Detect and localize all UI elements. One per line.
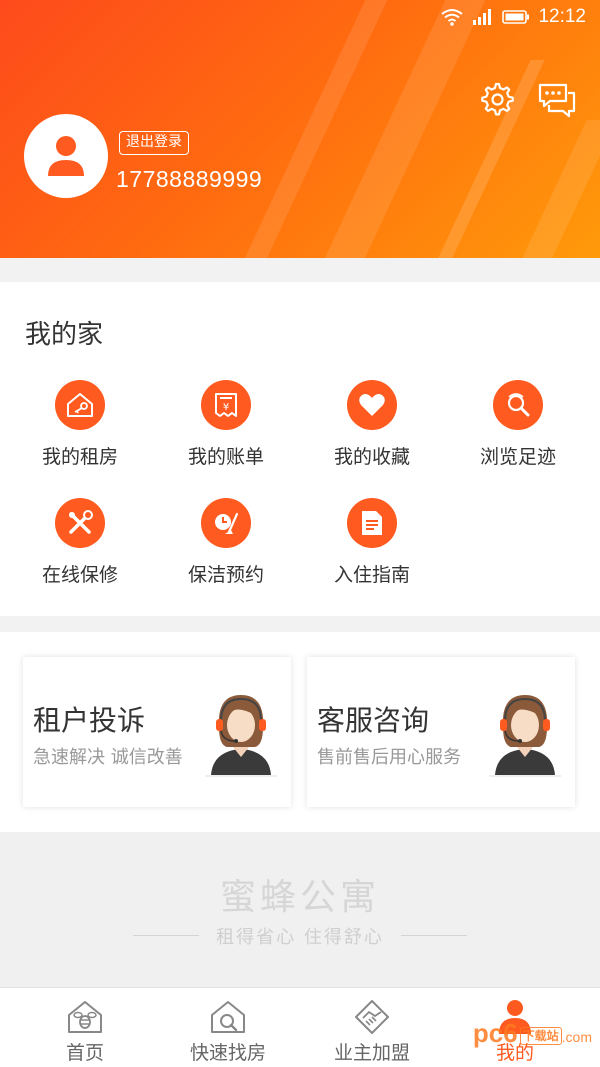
status-bar: 12:12 [440, 6, 586, 28]
grid-item-label: 我的收藏 [333, 446, 410, 468]
brand-name: 蜜蜂公寓 [219, 877, 380, 918]
card-title: 租户投诉 [33, 704, 146, 737]
signal-icon [473, 9, 492, 25]
card-subtitle: 售前售后用心服务 [317, 747, 461, 768]
avatar[interactable] [24, 114, 108, 198]
brand-section: 蜜蜂公寓 租得省心 住得舒心 [0, 832, 600, 987]
logout-button[interactable]: 退出登录 [119, 131, 189, 155]
grid-item-label: 在线保修 [41, 564, 118, 586]
service-cards-section: 租户投诉 急速解决 诚信改善 客服咨询 售前售后用心服务 [0, 632, 600, 832]
wifi-icon [441, 9, 464, 26]
customer-service-card[interactable]: 客服咨询 售前售后用心服务 [307, 657, 575, 807]
my-favorites-item[interactable]: 我的收藏 [299, 380, 445, 480]
footprint-search-icon [493, 380, 543, 430]
house-key-icon [55, 380, 105, 430]
section-title: 我的家 [25, 320, 104, 350]
grid-item-label: 浏览足迹 [479, 446, 556, 468]
user-icon [48, 136, 84, 176]
support-agent-icon [205, 695, 277, 777]
document-icon [347, 498, 397, 548]
user-phone: 17788889999 [116, 166, 263, 192]
divider [401, 935, 467, 936]
gear-icon[interactable] [476, 78, 516, 118]
tools-icon [55, 498, 105, 548]
browse-history-item[interactable]: 浏览足迹 [445, 380, 591, 480]
tab-label: 快速找房 [189, 1042, 266, 1064]
tab-owner-join[interactable]: 业主加盟 [297, 988, 447, 1067]
card-subtitle: 急速解决 诚信改善 [33, 747, 183, 768]
watermark-domain: .com [561, 1029, 592, 1045]
grid-item-label: 入住指南 [333, 564, 410, 586]
heart-icon [347, 380, 397, 430]
tab-label: 首页 [65, 1042, 104, 1064]
tab-quick-search[interactable]: 快速找房 [153, 988, 303, 1067]
grid-item-label: 保洁预约 [187, 564, 264, 586]
house-search-icon [211, 1001, 245, 1033]
card-title: 客服咨询 [317, 704, 430, 737]
profile-header: 12:12 退出登录 17788889999 [0, 0, 600, 258]
status-time: 12:12 [538, 6, 586, 27]
brand-slogan: 租得省心 住得舒心 [216, 927, 384, 948]
bill-icon: ¥ [201, 380, 251, 430]
tab-label: 业主加盟 [333, 1042, 410, 1064]
my-rental-item[interactable]: 我的租房 [7, 380, 153, 480]
grid-item-label: 我的账单 [187, 446, 264, 468]
move-in-guide-item[interactable]: 入住指南 [299, 498, 445, 598]
my-home-section: 我的家 我的租房 ¥ 我的账单 我的收藏 浏览足迹 在线保修 保洁预约 入住指南 [0, 282, 600, 616]
watermark-text: pc6 [472, 1018, 518, 1048]
support-agent-icon [489, 695, 561, 777]
cleaning-booking-item[interactable]: 保洁预约 [153, 498, 299, 598]
svg-text:¥: ¥ [223, 402, 229, 413]
online-repair-item[interactable]: 在线保修 [7, 498, 153, 598]
chat-icon[interactable] [537, 78, 577, 118]
handshake-icon [355, 1000, 389, 1034]
my-bill-item[interactable]: ¥ 我的账单 [153, 380, 299, 480]
grid-item-label: 我的租房 [41, 446, 118, 468]
header-decoration [493, 120, 600, 258]
bottom-tab-bar: 首页 快速找房 业主加盟 我的 pc6 下载站 .com [0, 987, 600, 1067]
site-watermark: pc6 下载站 .com [473, 1018, 592, 1049]
bee-house-icon [68, 1001, 102, 1033]
tab-home[interactable]: 首页 [10, 988, 160, 1067]
battery-icon [502, 10, 530, 24]
broom-clock-icon [201, 498, 251, 548]
tenant-complaint-card[interactable]: 租户投诉 急速解决 诚信改善 [23, 657, 291, 807]
watermark-suffix: 下载站 [519, 1026, 562, 1045]
